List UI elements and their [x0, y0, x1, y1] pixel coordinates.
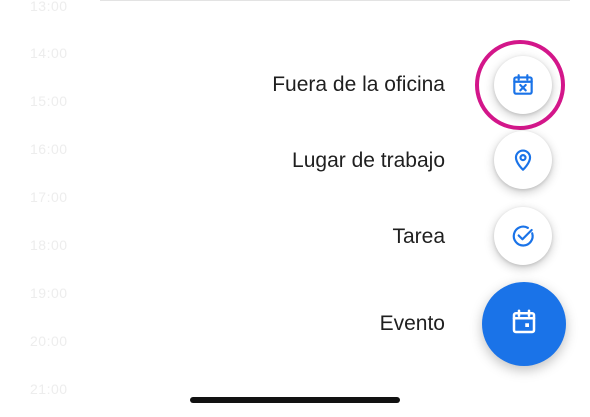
location-pin-icon	[510, 147, 536, 173]
working-location-button[interactable]	[494, 131, 552, 189]
task-label[interactable]: Tarea	[392, 225, 445, 249]
out-of-office-button[interactable]	[494, 56, 552, 114]
time-label: 19:00	[30, 285, 68, 301]
event-label[interactable]: Evento	[380, 312, 445, 336]
time-label: 15:00	[30, 93, 68, 109]
time-label: 20:00	[30, 333, 68, 349]
event-button[interactable]	[482, 282, 566, 366]
check-circle-icon	[510, 223, 536, 249]
time-labels-column: 13:00 14:00 15:00 16:00 17:00 18:00 19:0…	[30, 0, 90, 417]
home-indicator[interactable]	[190, 397, 400, 403]
out-of-office-label[interactable]: Fuera de la oficina	[272, 73, 445, 97]
task-button[interactable]	[494, 207, 552, 265]
time-label: 17:00	[30, 189, 68, 205]
working-location-label[interactable]: Lugar de trabajo	[292, 149, 445, 173]
time-label: 16:00	[30, 141, 68, 157]
calendar-divider	[100, 0, 570, 1]
time-label: 13:00	[30, 0, 68, 14]
calendar-event-icon	[509, 307, 539, 342]
calendar-x-icon	[510, 72, 536, 98]
time-label: 14:00	[30, 45, 68, 61]
time-label: 21:00	[30, 381, 68, 397]
time-label: 18:00	[30, 237, 68, 253]
